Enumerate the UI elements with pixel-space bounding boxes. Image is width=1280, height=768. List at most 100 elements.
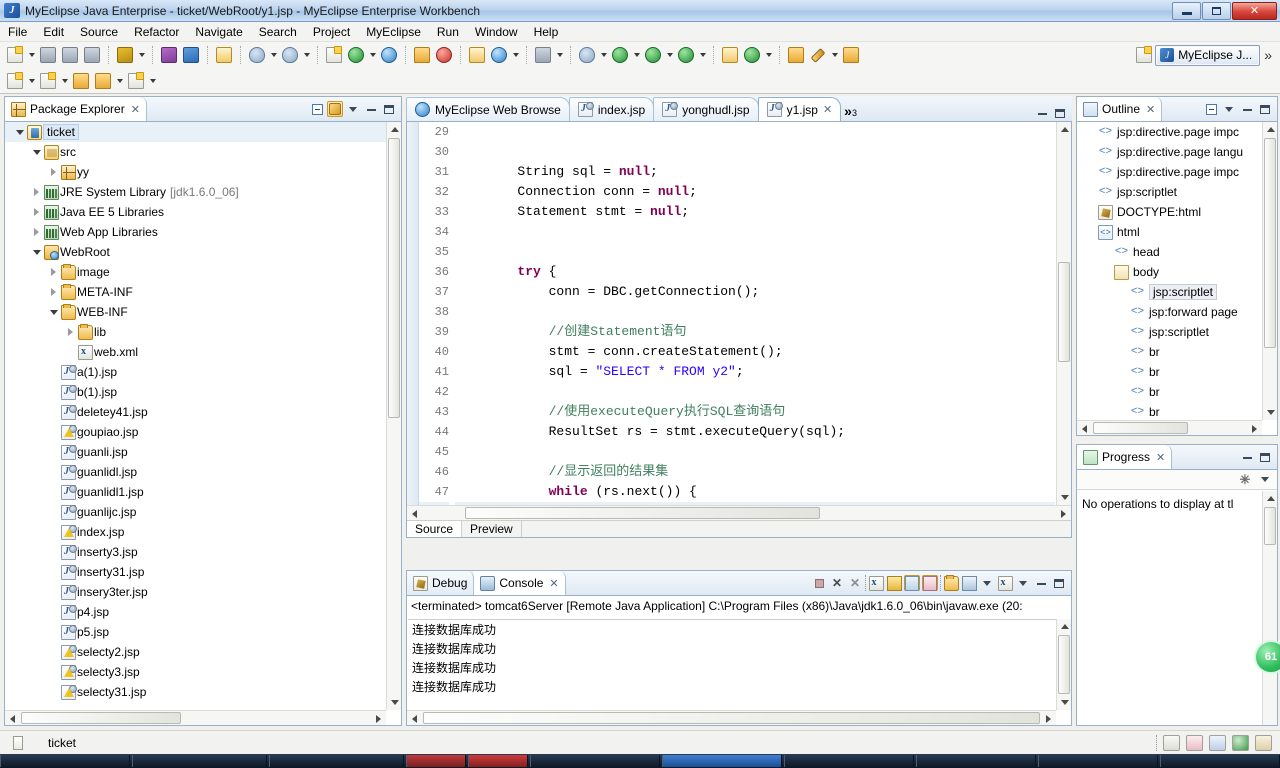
tree-row[interactable]: p4.jsp xyxy=(5,602,386,622)
tree-row[interactable]: b(1).jsp xyxy=(5,382,386,402)
maximize-editor-button[interactable] xyxy=(1052,105,1068,121)
tree-row[interactable]: guanli.jsp xyxy=(5,442,386,462)
new-class-button[interactable] xyxy=(180,44,202,66)
scroll-up-arrow[interactable] xyxy=(387,122,401,137)
perspective-overflow-chevron[interactable]: » xyxy=(1260,48,1276,62)
tab-outline[interactable]: Outline ✕ xyxy=(1077,97,1163,121)
code-line[interactable]: String sql = null; xyxy=(455,162,1055,182)
menu-window[interactable]: Window xyxy=(467,23,526,41)
console-text-area[interactable]: 连接数据库成功 连接数据库成功 连接数据库成功 连接数据库成功 xyxy=(408,619,1056,710)
tree-row[interactable]: WebRoot xyxy=(5,242,386,262)
taskbar-item[interactable] xyxy=(1038,755,1158,767)
run-server-button[interactable] xyxy=(345,44,367,66)
scroll-right-arrow[interactable] xyxy=(1041,711,1056,725)
tree-row[interactable]: image xyxy=(5,262,386,282)
menu-run[interactable]: Run xyxy=(429,23,467,41)
tree-row[interactable]: JRE System Library [jdk1.6.0_06] xyxy=(5,182,386,202)
clear-console-button[interactable] xyxy=(868,575,884,591)
code-line[interactable] xyxy=(455,242,1055,262)
tree-row[interactable]: selecty2.jsp xyxy=(5,642,386,662)
menu-project[interactable]: Project xyxy=(305,23,358,41)
editor-hscrollbar[interactable] xyxy=(407,505,1071,520)
minimize-view-button[interactable] xyxy=(1033,575,1049,591)
perspective-myeclipse-java[interactable]: J MyEclipse J... xyxy=(1155,44,1261,66)
expand-arrow-right-icon[interactable] xyxy=(64,328,77,336)
menu-myeclipse[interactable]: MyEclipse xyxy=(358,23,429,41)
close-icon[interactable]: ✕ xyxy=(1146,103,1155,116)
scroll-up-arrow[interactable] xyxy=(1263,122,1277,137)
scroll-right-arrow[interactable] xyxy=(371,711,386,725)
tree-row[interactable]: META-INF xyxy=(5,282,386,302)
code-line[interactable]: ResultSet rs = stmt.executeQuery(sql); xyxy=(455,422,1055,442)
tree-row[interactable]: yy xyxy=(5,162,386,182)
outline-row[interactable]: <> br xyxy=(1077,362,1262,382)
uml-button[interactable] xyxy=(488,44,510,66)
vscroll-thumb[interactable] xyxy=(1058,262,1070,362)
close-icon[interactable]: ✕ xyxy=(131,103,140,116)
tab-preview[interactable]: Preview xyxy=(462,521,522,537)
outline-row[interactable]: <> jsp:directive.page impc xyxy=(1077,122,1262,142)
tree-row[interactable]: goupiao.jsp xyxy=(5,422,386,442)
taskbar-item[interactable] xyxy=(530,755,660,767)
expand-arrow-right-icon[interactable] xyxy=(30,188,43,196)
scroll-left-arrow[interactable] xyxy=(407,711,422,725)
tree-row[interactable]: Web App Libraries xyxy=(5,222,386,242)
editor-tab-y1-jsp[interactable]: y1.jsp ✕ xyxy=(757,97,842,121)
taskbar-item[interactable] xyxy=(269,755,404,767)
snapshot-dropdown-arrow[interactable] xyxy=(554,44,565,66)
menu-edit[interactable]: Edit xyxy=(35,23,72,41)
code-line[interactable] xyxy=(455,302,1055,322)
taskbar-tray[interactable] xyxy=(1160,755,1280,767)
code-line[interactable] xyxy=(455,442,1055,462)
view-menu-button[interactable] xyxy=(1221,101,1237,117)
settings-icon[interactable] xyxy=(1255,734,1272,751)
editor-vscrollbar[interactable] xyxy=(1056,122,1071,505)
layout-icon[interactable] xyxy=(1163,734,1180,751)
package-explorer-hscrollbar[interactable] xyxy=(5,710,386,725)
floating-counter-badge[interactable]: 61 xyxy=(1254,640,1280,674)
vscroll-thumb[interactable] xyxy=(1264,507,1276,545)
maximize-view-button[interactable] xyxy=(1257,449,1273,465)
open-resource-button[interactable] xyxy=(411,44,433,66)
search-button[interactable] xyxy=(807,44,829,66)
run-history-dropdown-arrow[interactable] xyxy=(664,44,675,66)
collapse-all-button[interactable] xyxy=(1203,101,1219,117)
outline-tree[interactable]: <> jsp:directive.page impc <> jsp:directive… xyxy=(1077,122,1277,435)
tab-console[interactable]: Console ✕ xyxy=(474,571,566,595)
expand-arrow-right-icon[interactable] xyxy=(30,208,43,216)
vscroll-thumb[interactable] xyxy=(388,138,400,418)
tab-progress[interactable]: Progress ✕ xyxy=(1077,445,1173,469)
tree-row[interactable]: index.jsp xyxy=(5,522,386,542)
display-console-dropdown[interactable] xyxy=(979,575,995,591)
new-java-project-button[interactable] xyxy=(719,44,741,66)
maximize-view-button[interactable] xyxy=(1051,575,1067,591)
progress-vscrollbar[interactable] xyxy=(1262,491,1277,725)
tab-source[interactable]: Source xyxy=(407,521,463,537)
minimize-editor-button[interactable] xyxy=(1034,105,1050,121)
outline-row[interactable]: <> br xyxy=(1077,382,1262,402)
tree-row[interactable]: guanlijc.jsp xyxy=(5,502,386,522)
ganymede-dropdown-arrow[interactable] xyxy=(763,44,774,66)
outline-row[interactable]: body xyxy=(1077,262,1262,282)
scroll-right-arrow[interactable] xyxy=(1247,421,1262,435)
package-explorer-tree[interactable]: ticket src yy JRE System Library [jdk1.6.0_0… xyxy=(5,122,401,725)
menu-search[interactable]: Search xyxy=(251,23,305,41)
editor-tab-yonghudl-jsp[interactable]: yonghudl.jsp xyxy=(653,97,759,121)
minimize-view-button[interactable] xyxy=(363,101,379,117)
new-console-button[interactable] xyxy=(997,575,1013,591)
remove-all-finished-button[interactable]: ✳ xyxy=(1237,472,1253,488)
last-edit-button[interactable] xyxy=(840,44,862,66)
myeclipse-wizard-button[interactable] xyxy=(114,44,136,66)
outline-row[interactable]: <> br xyxy=(1077,342,1262,362)
link-with-editor-button[interactable] xyxy=(327,101,343,117)
menu-file[interactable]: File xyxy=(0,23,35,41)
expand-arrow-down-icon[interactable] xyxy=(30,250,43,255)
scroll-down-arrow[interactable] xyxy=(1263,405,1277,420)
tab-debug[interactable]: Debug xyxy=(407,571,475,595)
close-icon[interactable]: ✕ xyxy=(1156,451,1165,464)
wizard-dropdown-arrow[interactable] xyxy=(136,44,147,66)
outline-row[interactable]: DOCTYPE:html xyxy=(1077,202,1262,222)
forward-button[interactable] xyxy=(92,70,114,92)
code-line[interactable]: stmt = conn.createStatement(); xyxy=(455,342,1055,362)
show-console-on-error-button[interactable] xyxy=(922,575,938,591)
